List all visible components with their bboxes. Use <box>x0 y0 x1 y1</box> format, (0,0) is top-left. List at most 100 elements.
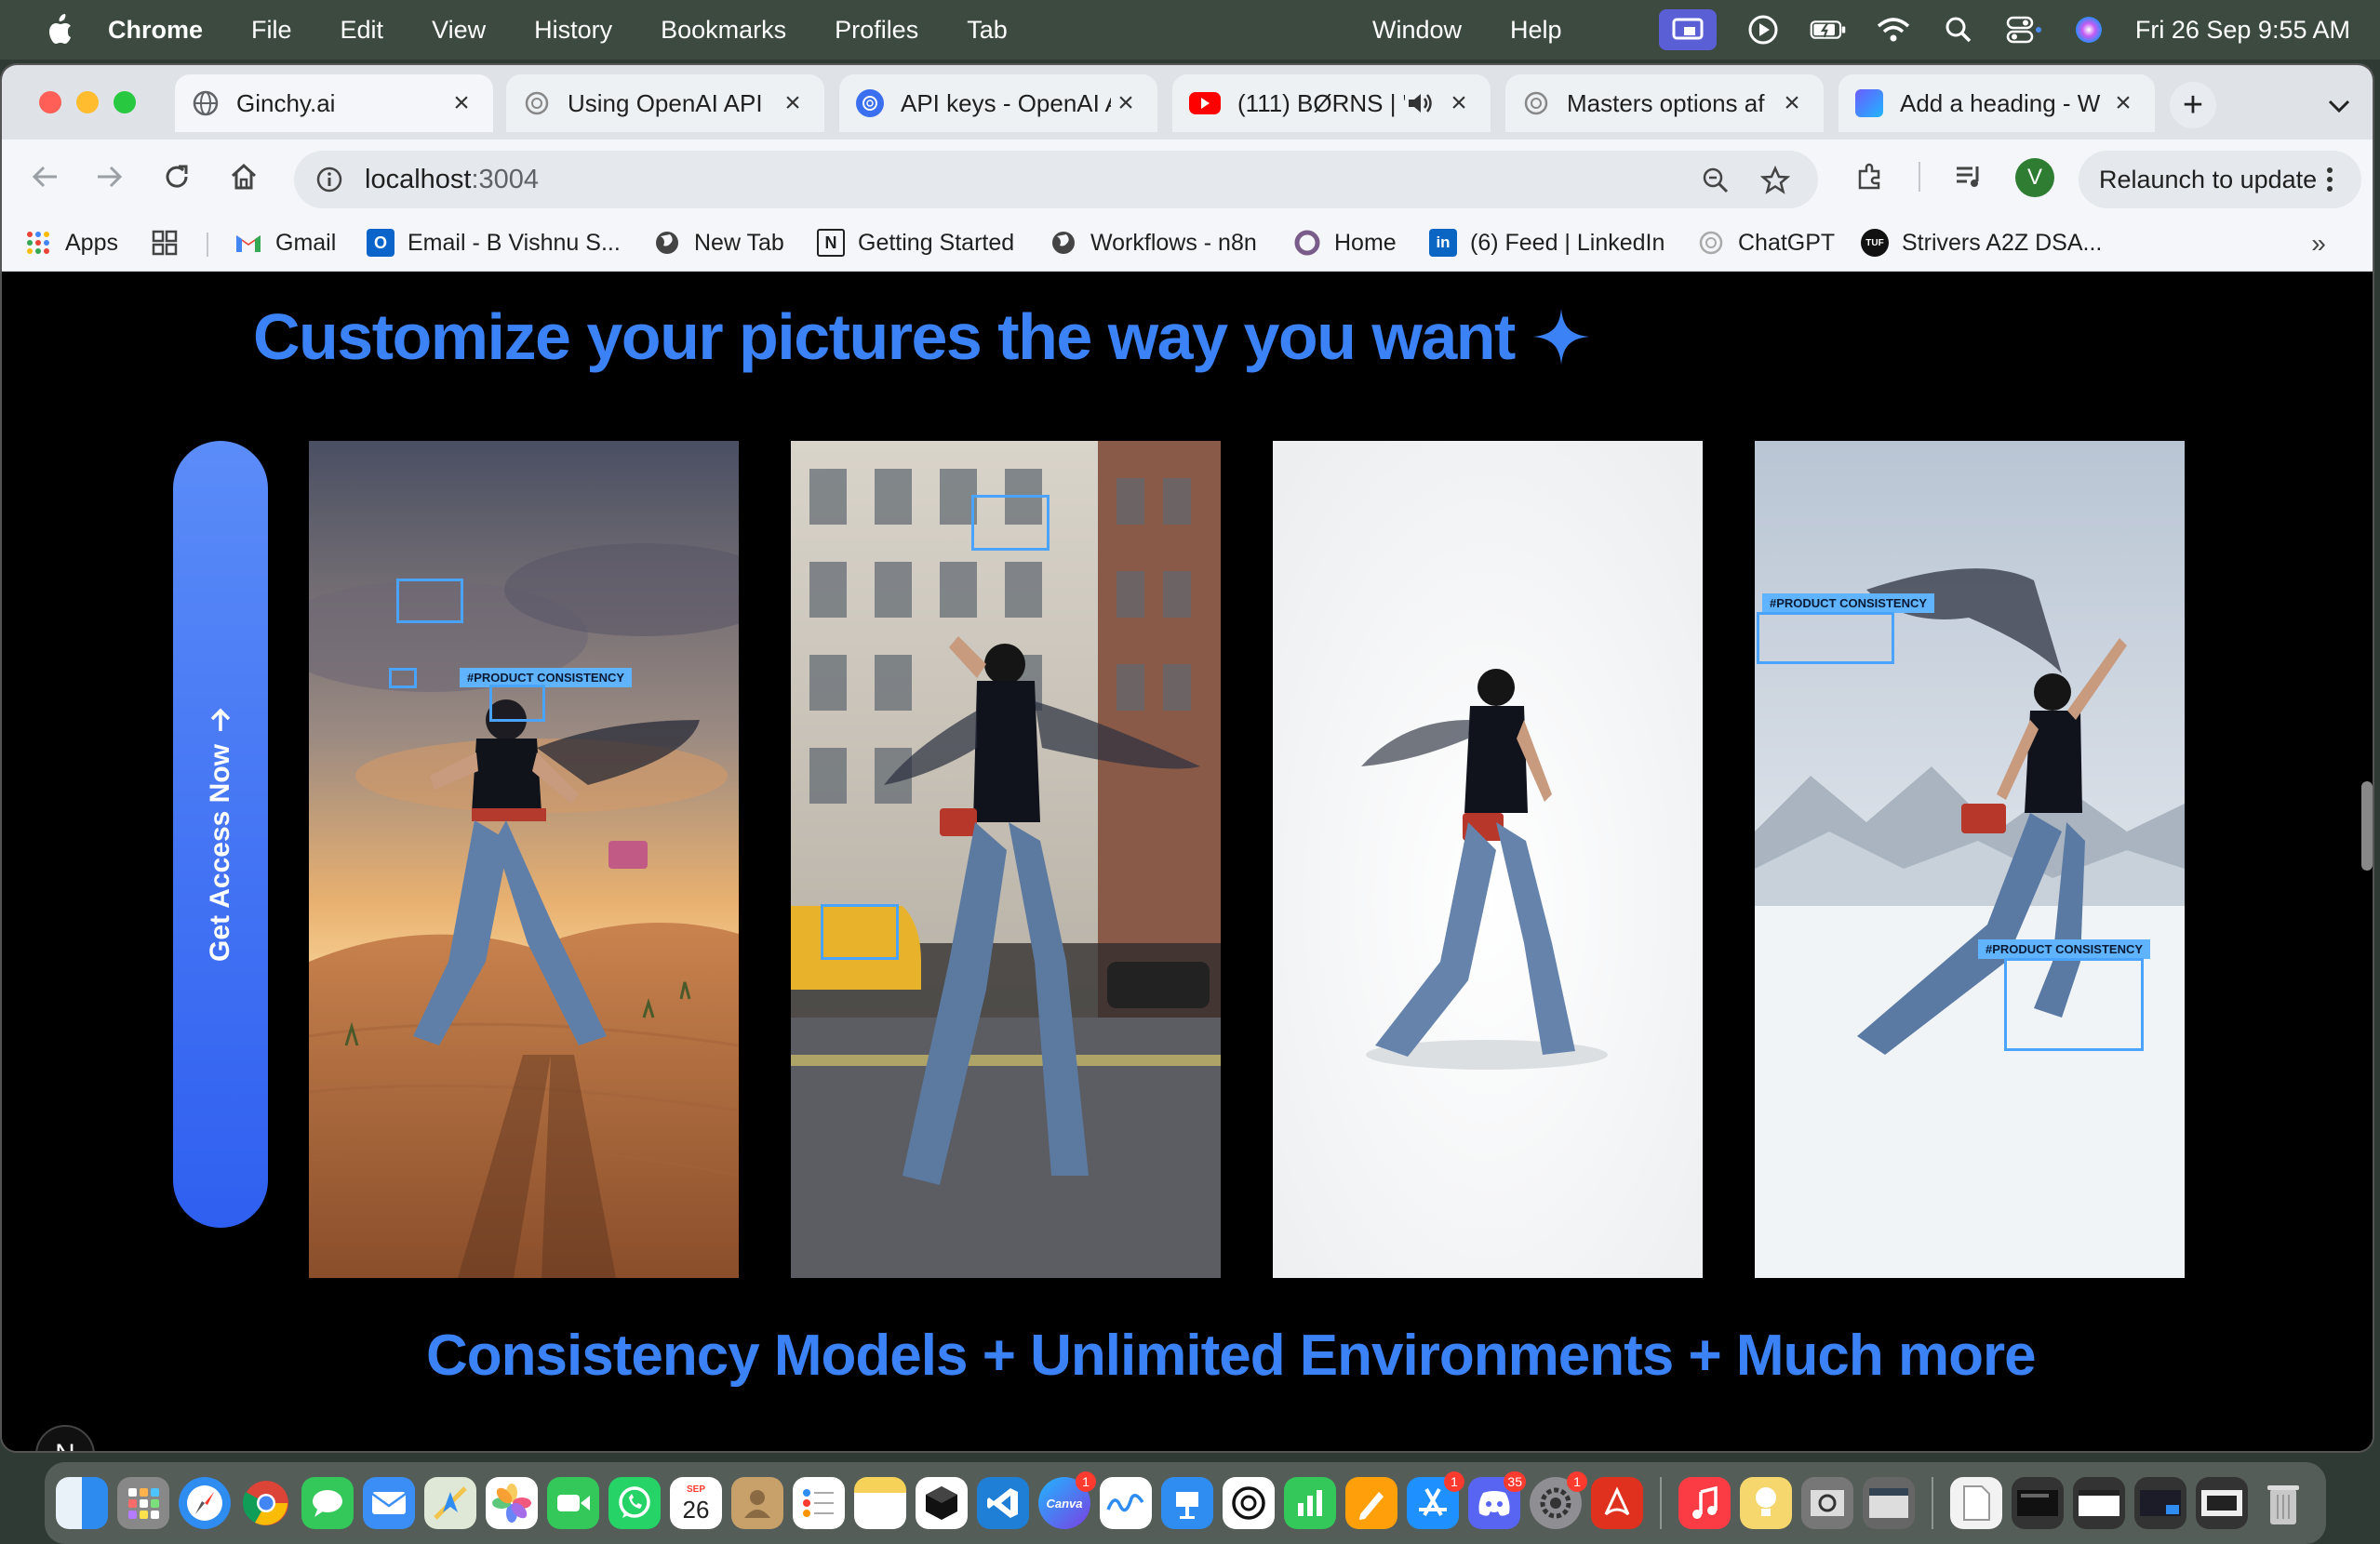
reminders-icon[interactable] <box>793 1477 845 1529</box>
extensions-icon[interactable] <box>1850 156 1891 197</box>
tab-api-keys[interactable]: API keys - OpenAI A × <box>839 74 1157 132</box>
acrobat-icon[interactable] <box>1591 1477 1643 1529</box>
notes-icon[interactable] <box>854 1477 906 1529</box>
forward-icon[interactable] <box>89 156 130 197</box>
facetime-icon[interactable] <box>547 1477 599 1529</box>
close-tab-icon[interactable]: × <box>1777 87 1807 118</box>
minimized-window-icon[interactable] <box>2196 1477 2248 1529</box>
snow-model-image[interactable]: #PRODUCT CONSISTENCY #PRODUCT CONSISTENC… <box>1755 441 2185 1278</box>
safari-icon[interactable] <box>179 1477 231 1529</box>
new-tab-button[interactable]: + <box>2170 82 2216 128</box>
bookmark-gmail[interactable]: Gmail <box>234 223 336 262</box>
calendar-icon[interactable]: SEP 26 <box>670 1477 722 1529</box>
vscode-icon[interactable] <box>977 1477 1029 1529</box>
app-store-icon[interactable]: 1 <box>1407 1471 1464 1529</box>
tab-masters-options[interactable]: Masters options af × <box>1505 74 1824 132</box>
screen-sharing-icon[interactable] <box>1658 9 1717 50</box>
get-access-button[interactable]: Get Access Now <box>173 441 268 1228</box>
battery-icon[interactable] <box>1810 11 1847 48</box>
menu-view[interactable]: View <box>432 16 486 45</box>
studio-model-image[interactable] <box>1273 441 1703 1278</box>
address-bar[interactable]: localhost:3004 <box>294 151 1818 208</box>
bookmark-getting-started[interactable]: N Getting Started <box>817 223 1014 262</box>
siri-icon[interactable] <box>2070 11 2107 48</box>
minimize-window-button[interactable] <box>76 91 99 113</box>
document-icon[interactable] <box>1950 1477 2002 1529</box>
window-thumbnail-icon[interactable] <box>1863 1477 1915 1529</box>
speaker-icon[interactable] <box>1405 88 1435 118</box>
site-info-icon[interactable] <box>311 161 348 198</box>
trash-icon[interactable] <box>2257 1477 2309 1529</box>
tab-groups-icon[interactable] <box>151 223 179 262</box>
whatsapp-icon[interactable] <box>608 1477 661 1529</box>
back-icon[interactable] <box>24 156 65 197</box>
street-model-image[interactable] <box>791 441 1221 1278</box>
zoom-window-button[interactable] <box>114 91 136 113</box>
chrome-icon[interactable] <box>240 1477 292 1529</box>
tab-search-icon[interactable] <box>2322 89 2356 123</box>
system-settings-icon[interactable]: 1 <box>1530 1471 1587 1529</box>
messages-icon[interactable] <box>301 1477 354 1529</box>
menu-app-name[interactable]: Chrome <box>108 16 203 45</box>
menu-clock[interactable]: Fri 26 Sep 9:55 AM <box>2135 16 2350 45</box>
close-tab-icon[interactable]: × <box>447 87 476 118</box>
apple-icon[interactable] <box>37 11 82 48</box>
play-icon[interactable] <box>1745 11 1782 48</box>
page-scrollbar[interactable] <box>2361 781 2373 871</box>
minimized-window-icon[interactable] <box>2073 1477 2125 1529</box>
bookmark-apps[interactable]: Apps <box>24 223 118 262</box>
bookmark-home[interactable]: Home <box>1293 223 1397 262</box>
menu-history[interactable]: History <box>534 16 612 45</box>
menu-window[interactable]: Window <box>1372 16 1462 45</box>
more-bookmarks-icon[interactable]: » <box>2300 227 2337 260</box>
finder-icon[interactable] <box>56 1477 108 1529</box>
nextjs-dev-badge[interactable]: N <box>35 1425 95 1451</box>
mail-icon[interactable] <box>363 1477 415 1529</box>
zoom-icon[interactable] <box>1695 160 1736 201</box>
spotlight-search-icon[interactable] <box>1940 11 1977 48</box>
close-window-button[interactable] <box>39 91 61 113</box>
tab-using-openai-api[interactable]: Using OpenAI API × <box>506 74 824 132</box>
more-menu-icon[interactable] <box>2311 161 2348 198</box>
media-controls-icon[interactable] <box>1948 156 1989 197</box>
menu-edit[interactable]: Edit <box>341 16 384 45</box>
wifi-icon[interactable] <box>1875 11 1912 48</box>
home-icon[interactable] <box>223 156 264 197</box>
bookmark-star-icon[interactable] <box>1755 160 1796 201</box>
preview-icon[interactable] <box>1801 1477 1853 1529</box>
numbers-icon[interactable] <box>1284 1477 1336 1529</box>
bookmark-strivers[interactable]: TUF Strivers A2Z DSA... <box>1861 223 2102 262</box>
tab-borns-youtube[interactable]: (111) BØRNS | " × <box>1172 74 1491 132</box>
bookmark-outlook-email[interactable]: O Email - B Vishnu S... <box>367 223 621 262</box>
desert-model-image[interactable]: #PRODUCT CONSISTENCY <box>309 441 739 1278</box>
reload-icon[interactable] <box>156 156 197 197</box>
music-icon[interactable] <box>1678 1477 1731 1529</box>
tips-icon[interactable] <box>1740 1477 1792 1529</box>
menu-profiles[interactable]: Profiles <box>835 16 918 45</box>
profile-avatar[interactable]: V <box>2015 158 2054 197</box>
bookmark-new-tab[interactable]: New Tab <box>653 223 784 262</box>
bookmark-chatgpt[interactable]: ChatGPT <box>1697 223 1835 262</box>
canva-app-icon[interactable]: Canva 1 <box>1038 1471 1096 1529</box>
freeform-icon[interactable] <box>1100 1477 1152 1529</box>
menu-tab[interactable]: Tab <box>967 16 1008 45</box>
chatgpt-app-icon[interactable] <box>1223 1477 1275 1529</box>
minimized-window-icon[interactable] <box>2012 1477 2064 1529</box>
close-tab-icon[interactable]: × <box>1444 87 1474 118</box>
pages-icon[interactable] <box>1345 1477 1397 1529</box>
tab-ginchy[interactable]: Ginchy.ai × <box>175 74 493 132</box>
close-tab-icon[interactable]: × <box>778 87 808 118</box>
bookmark-workflows-n8n[interactable]: Workflows - n8n <box>1050 223 1257 262</box>
bookmark-linkedin[interactable]: in (6) Feed | LinkedIn <box>1429 223 1665 262</box>
relaunch-to-update-button[interactable]: Relaunch to update <box>2079 151 2361 208</box>
control-center-icon[interactable] <box>2005 11 2042 48</box>
url-text[interactable]: localhost:3004 <box>365 165 539 195</box>
maps-icon[interactable] <box>424 1477 476 1529</box>
menu-bookmarks[interactable]: Bookmarks <box>661 16 786 45</box>
tab-add-a-heading[interactable]: Add a heading - W × <box>1838 74 2155 132</box>
photos-icon[interactable] <box>486 1477 538 1529</box>
menu-file[interactable]: File <box>251 16 292 45</box>
keynote-icon[interactable] <box>1161 1477 1213 1529</box>
contacts-icon[interactable] <box>731 1477 783 1529</box>
launchpad-icon[interactable] <box>117 1477 169 1529</box>
